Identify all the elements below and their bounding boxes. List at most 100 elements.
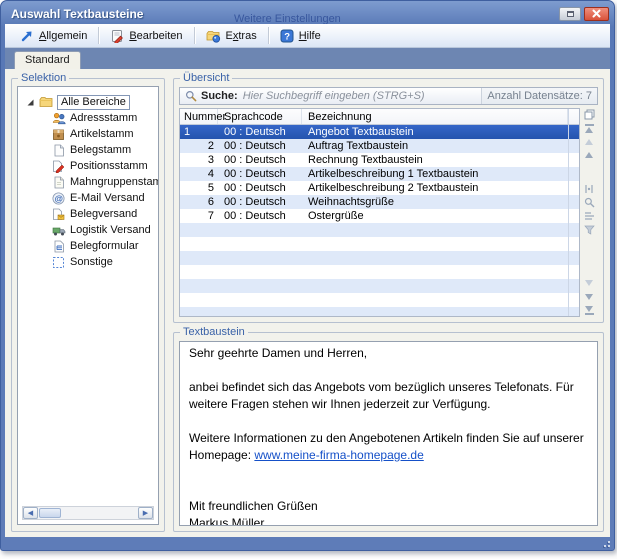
- scroll-left-button[interactable]: ◀: [23, 507, 38, 519]
- window-title: Auswahl Textbausteine: [11, 7, 559, 21]
- menu-hilfe[interactable]: ? Hilfe: [271, 24, 330, 47]
- tree-item-adressstamm[interactable]: Adressstamm: [18, 110, 158, 126]
- filter-icon[interactable]: [580, 223, 598, 236]
- edit-note-icon: [110, 29, 124, 43]
- table-row[interactable]: 6 00 : Deutsch Weihnachtsgrüße: [180, 195, 579, 209]
- document-icon: [51, 175, 66, 189]
- page-down-icon[interactable]: [580, 277, 598, 290]
- cell-bezeichnung: Ostergrüße: [302, 210, 568, 222]
- scroll-bottom-icon[interactable]: [580, 304, 598, 317]
- cell-sprachcode: 00 : Deutsch: [218, 182, 302, 194]
- tree-item-positionsstamm[interactable]: Positionsstamm: [18, 158, 158, 174]
- tree-item-mahngruppenstamm[interactable]: Mahngruppenstamm: [18, 174, 158, 190]
- body-paragraph: anbei befindet sich das Angebots vom bez…: [189, 379, 588, 413]
- resize-grip[interactable]: [602, 539, 610, 547]
- toolbar-separator: [194, 27, 195, 44]
- close-window-button[interactable]: [584, 7, 609, 21]
- tree-item-belegformular[interactable]: Belegformular: [18, 238, 158, 254]
- homepage-link[interactable]: www.meine-firma-homepage.de: [254, 448, 423, 462]
- copy-icon[interactable]: [580, 108, 598, 121]
- textbaustein-preview[interactable]: Sehr geehrte Damen und Herren, anbei bef…: [179, 341, 598, 526]
- selection-tree: Alle Bereiche Adressstamm Artikelstamm: [17, 86, 159, 525]
- menu-bearbeiten[interactable]: Bearbeiten: [101, 24, 191, 47]
- cell-bezeichnung: Artikelbeschreibung 2 Textbaustein: [302, 182, 568, 194]
- grid-icon-strip: [580, 108, 598, 317]
- tree-item-label: Belegformular: [70, 240, 138, 252]
- column-header-nummer[interactable]: Nummer: [180, 109, 218, 124]
- folder-icon: [38, 95, 53, 109]
- page-up-icon[interactable]: [580, 148, 598, 161]
- cell-bezeichnung: Weihnachtsgrüße: [302, 196, 568, 208]
- greeting-line: Sehr geehrte Damen und Herren,: [189, 345, 588, 362]
- table-row[interactable]: 7 00 : Deutsch Ostergrüße: [180, 209, 579, 223]
- textbaustein-grid: Nummer Sprachcode Bezeichnung 1 00 : Deu…: [179, 108, 580, 317]
- contacts-icon: [51, 111, 66, 125]
- tree-item-label: Sonstige: [70, 256, 113, 268]
- row-number-icon[interactable]: [580, 183, 598, 196]
- cell-bezeichnung: Auftrag Textbaustein: [302, 140, 568, 152]
- count-icon[interactable]: [580, 210, 598, 223]
- table-row[interactable]: 3 00 : Deutsch Rechnung Textbaustein: [180, 153, 579, 167]
- table-row[interactable]: 5 00 : Deutsch Artikelbeschreibung 2 Tex…: [180, 181, 579, 195]
- scrollbar-thumb[interactable]: [39, 508, 61, 518]
- tree-expander-icon[interactable]: [26, 98, 35, 107]
- tree-item-email-versand[interactable]: @ E-Mail Versand: [18, 190, 158, 206]
- tree-item-logistik-versand[interactable]: Logistik Versand: [18, 222, 158, 238]
- menu-extras[interactable]: Extras: [197, 24, 266, 47]
- move-down-icon[interactable]: [580, 290, 598, 303]
- column-header-sprachcode[interactable]: Sprachcode: [218, 109, 302, 124]
- toolbar-separator: [268, 27, 269, 44]
- cell-nummer: 1: [180, 126, 218, 138]
- tree-item-sonstige[interactable]: Sonstige: [18, 254, 158, 270]
- logistics-truck-icon: [51, 223, 66, 237]
- empty-row: [180, 293, 579, 307]
- search-bar[interactable]: Suche: Hier Suchbegriff eingeben (STRG+S…: [179, 87, 598, 105]
- scroll-top-icon[interactable]: [580, 121, 598, 134]
- tree-item-belegstamm[interactable]: Belegstamm: [18, 142, 158, 158]
- empty-row: [180, 251, 579, 265]
- tree-item-label: Artikelstamm: [70, 128, 134, 140]
- folder-options-icon: [206, 29, 221, 43]
- help-icon: ?: [280, 29, 294, 43]
- move-up-icon[interactable]: [580, 135, 598, 148]
- tree-item-artikelstamm[interactable]: Artikelstamm: [18, 126, 158, 142]
- scroll-right-button[interactable]: ▶: [138, 507, 153, 519]
- tree-item-alle-bereiche[interactable]: Alle Bereiche: [18, 94, 158, 110]
- tree-item-label: Mahngruppenstamm: [70, 176, 159, 188]
- content-area: Selektion Alle Bereiche Adressstamm: [5, 70, 610, 537]
- tree-item-belegversand[interactable]: Belegversand: [18, 206, 158, 222]
- cell-bezeichnung: Rechnung Textbaustein: [302, 154, 568, 166]
- column-header-bezeichnung[interactable]: Bezeichnung: [302, 109, 568, 124]
- signature-line: Markus Müller: [189, 515, 588, 526]
- tree-item-label: Logistik Versand: [70, 224, 151, 236]
- toolbar: Allgemein Bearbeiten Extras: [5, 24, 610, 48]
- email-at-icon: @: [51, 191, 66, 205]
- document-send-icon: [51, 207, 66, 221]
- table-row[interactable]: 2 00 : Deutsch Auftrag Textbaustein: [180, 139, 579, 153]
- search-input[interactable]: Hier Suchbegriff eingeben (STRG+S): [243, 90, 482, 102]
- cell-spacer: [568, 139, 579, 153]
- menu-allgemein[interactable]: Allgemein: [11, 24, 96, 47]
- search-row-icon[interactable]: [580, 196, 598, 209]
- menu-extras-label: Extras: [226, 30, 257, 42]
- column-header-spacer: [568, 109, 579, 124]
- table-row[interactable]: 1 00 : Deutsch Angebot Textbaustein: [180, 125, 579, 139]
- tree-horizontal-scrollbar[interactable]: ◀ ▶: [22, 506, 154, 520]
- cell-spacer: [568, 125, 579, 139]
- menu-hilfe-label: Hilfe: [299, 30, 321, 42]
- cell-bezeichnung: Artikelbeschreibung 1 Textbaustein: [302, 168, 568, 180]
- table-row[interactable]: 4 00 : Deutsch Artikelbeschreibung 1 Tex…: [180, 167, 579, 181]
- cell-spacer: [568, 209, 579, 223]
- tab-standard[interactable]: Standard: [14, 51, 81, 69]
- close-icon: [592, 9, 601, 18]
- empty-row: [180, 307, 579, 317]
- titlebar[interactable]: Auswahl Textbausteine: [1, 1, 614, 24]
- document-form-icon: [51, 239, 66, 253]
- svg-text:?: ?: [284, 31, 290, 42]
- textbaustein-groupbox: Textbaustein Sehr geehrte Damen und Herr…: [173, 332, 604, 532]
- grid-header[interactable]: Nummer Sprachcode Bezeichnung: [180, 109, 579, 125]
- restore-window-button[interactable]: [559, 7, 581, 21]
- menu-allgemein-label: Allgemein: [39, 30, 87, 42]
- record-count: Anzahl Datensätze: 7: [481, 88, 597, 104]
- tree-item-label: Belegstamm: [70, 144, 131, 156]
